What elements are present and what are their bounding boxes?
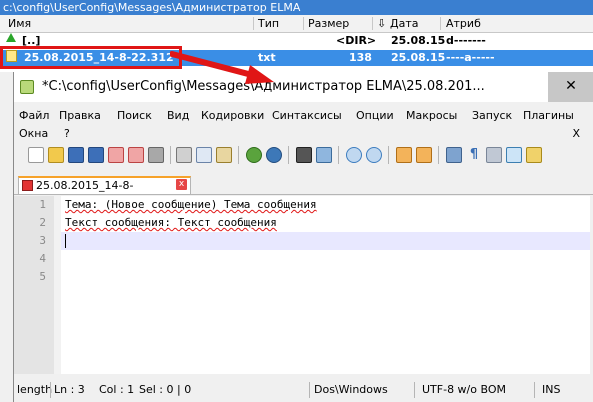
line-number: 2 bbox=[39, 216, 46, 229]
column-header: Имя Тип Размер ⇩ Дата Атриб bbox=[0, 15, 593, 33]
tab-close-icon[interactable]: x bbox=[176, 179, 187, 190]
zoom-in-icon[interactable] bbox=[346, 147, 362, 163]
file-attr: d------- bbox=[446, 34, 486, 47]
column-attr[interactable]: Атриб bbox=[446, 15, 481, 32]
status-length: length bbox=[17, 383, 53, 396]
file-panel: c:\config\UserConfig\Messages\Администра… bbox=[0, 0, 593, 72]
show-all-chars-icon[interactable]: ¶ bbox=[466, 147, 482, 163]
notepad-icon bbox=[20, 80, 34, 94]
status-insert-mode[interactable]: INS bbox=[542, 378, 560, 402]
undo-icon[interactable] bbox=[246, 147, 262, 163]
menu-encoding[interactable]: Кодировки bbox=[201, 109, 264, 122]
paste-icon[interactable] bbox=[216, 147, 232, 163]
menu-syntax[interactable]: Синтаксисы bbox=[272, 109, 342, 122]
unsaved-icon bbox=[22, 180, 33, 191]
line-number: 3 bbox=[39, 234, 46, 247]
menu-view[interactable]: Вид bbox=[167, 109, 189, 122]
status-eol[interactable]: Dos\Windows bbox=[314, 378, 388, 402]
line-number: 1 bbox=[39, 198, 46, 211]
status-bar: length Ln : 3 Col : 1 Sel : 0 | 0 Dos\Wi… bbox=[14, 378, 593, 402]
line-number: 5 bbox=[39, 270, 46, 283]
editor-window: *C:\config\UserConfig\Messages\Администр… bbox=[13, 72, 593, 402]
redo-icon[interactable] bbox=[266, 147, 282, 163]
print-icon[interactable] bbox=[148, 147, 164, 163]
sort-down-icon: ⇩ bbox=[377, 17, 387, 30]
line-number: 4 bbox=[39, 252, 46, 265]
editor-area[interactable]: 1 2 3 4 5 Тема: (Новое сообщение) Тема с… bbox=[14, 196, 590, 374]
file-attr: ----a----- bbox=[446, 51, 495, 64]
save-icon[interactable] bbox=[68, 147, 84, 163]
annotation-arrow bbox=[170, 51, 274, 84]
menu-run[interactable]: Запуск bbox=[472, 109, 512, 122]
menu-windows[interactable]: Окна bbox=[19, 127, 48, 140]
replace-icon[interactable] bbox=[316, 147, 332, 163]
parent-folder-icon bbox=[6, 33, 16, 42]
close-all-icon[interactable] bbox=[128, 147, 144, 163]
file-size: 138 bbox=[349, 51, 372, 64]
status-encoding[interactable]: UTF-8 w/o BOM bbox=[422, 378, 506, 402]
menu-plugins[interactable]: Плагины bbox=[523, 109, 574, 122]
sync-horizontal-icon[interactable] bbox=[416, 147, 432, 163]
fold-margin bbox=[54, 196, 61, 374]
status-column: Col : 1 bbox=[99, 383, 135, 396]
tab-bar: 25.08.2015_14-8-22.312.txt x bbox=[14, 174, 593, 207]
toolbar: ¶ bbox=[14, 142, 593, 168]
zoom-out-icon[interactable] bbox=[366, 147, 382, 163]
menu-options[interactable]: Опции bbox=[356, 109, 394, 122]
menu-help[interactable]: ? bbox=[64, 127, 70, 140]
tab-file[interactable]: 25.08.2015_14-8-22.312.txt x bbox=[18, 176, 191, 207]
text-caret bbox=[65, 234, 66, 248]
column-name[interactable]: Имя bbox=[8, 15, 31, 32]
sync-vertical-icon[interactable] bbox=[396, 147, 412, 163]
status-line: Ln : 3 bbox=[54, 383, 85, 396]
save-all-icon[interactable] bbox=[88, 147, 104, 163]
open-icon[interactable] bbox=[48, 147, 64, 163]
menu-search[interactable]: Поиск bbox=[117, 109, 152, 122]
copy-icon[interactable] bbox=[196, 147, 212, 163]
file-size: <DIR> bbox=[336, 34, 377, 47]
new-icon[interactable] bbox=[28, 147, 44, 163]
close-button[interactable]: ✕ bbox=[548, 72, 593, 102]
code-line[interactable]: Текст сообщения: Текст сообщения bbox=[65, 214, 277, 232]
column-type[interactable]: Тип bbox=[258, 15, 279, 32]
current-line-highlight bbox=[61, 232, 590, 250]
doc-map-icon[interactable] bbox=[506, 147, 522, 163]
file-date: 25.08.15 bbox=[391, 51, 446, 64]
menu-edit[interactable]: Правка bbox=[59, 109, 101, 122]
word-wrap-icon[interactable] bbox=[446, 147, 462, 163]
function-list-icon[interactable] bbox=[526, 147, 542, 163]
code-line[interactable]: Тема: (Новое сообщение) Тема сообщения bbox=[65, 196, 317, 214]
indent-guide-icon[interactable] bbox=[486, 147, 502, 163]
close-file-icon[interactable] bbox=[108, 147, 124, 163]
highlight-box bbox=[0, 46, 182, 69]
find-icon[interactable] bbox=[296, 147, 312, 163]
title-bar[interactable]: *C:\config\UserConfig\Messages\Администр… bbox=[14, 72, 593, 102]
menu-file[interactable]: Файл bbox=[19, 109, 49, 122]
cut-icon[interactable] bbox=[176, 147, 192, 163]
menu-close-icon[interactable]: X bbox=[572, 127, 580, 140]
path-bar[interactable]: c:\config\UserConfig\Messages\Администра… bbox=[0, 0, 593, 15]
status-selection: Sel : 0 | 0 bbox=[139, 383, 192, 396]
column-date[interactable]: Дата bbox=[390, 15, 418, 32]
file-date: 25.08.15 bbox=[391, 34, 446, 47]
menu-macros[interactable]: Макросы bbox=[406, 109, 457, 122]
column-size[interactable]: Размер bbox=[308, 15, 349, 32]
